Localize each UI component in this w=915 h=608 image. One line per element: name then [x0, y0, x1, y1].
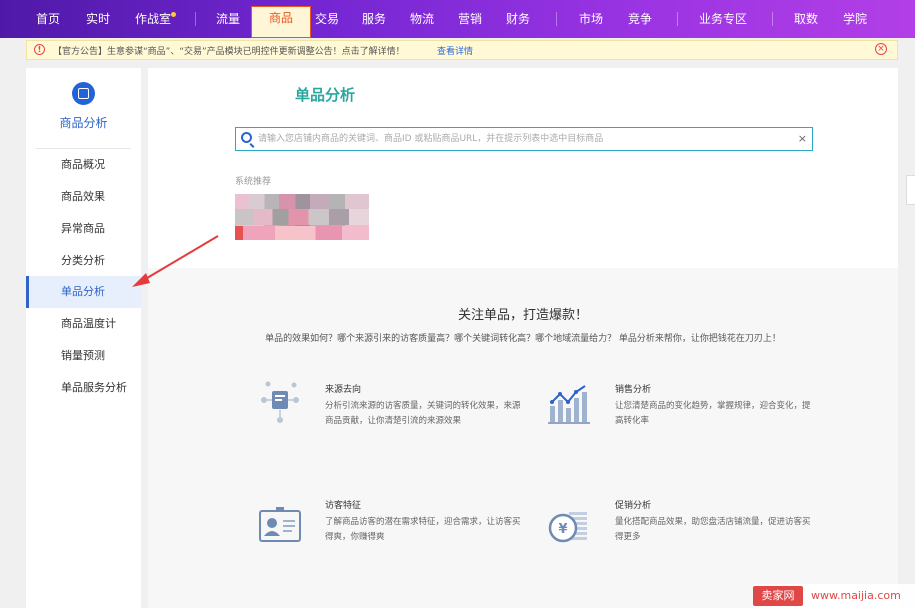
promo-title: 关注单品，打造爆款！: [457, 308, 588, 323]
nav-item-logistics[interactable]: 物流: [402, 0, 442, 38]
product-analysis-icon: [72, 82, 95, 105]
visitor-card-icon: [259, 507, 301, 542]
feature-desc-visitor: 了解商品访客的潜在需求特征，迎合需求，让访客买得爽，你赚得爽: [325, 517, 521, 542]
nav-item-home[interactable]: 首页: [28, 0, 68, 38]
nav-item-academy[interactable]: 学院: [835, 0, 875, 38]
nav-item-warroom[interactable]: 作战室: [128, 0, 178, 38]
nav-divider: [195, 12, 196, 26]
notice-link[interactable]: 查看详情: [437, 44, 473, 57]
sidebar-item-thermometer[interactable]: 商品温度计: [26, 308, 141, 340]
nav-item-realtime[interactable]: 实时: [78, 0, 118, 38]
sidebar-item-overview[interactable]: 商品概况: [26, 149, 141, 181]
sales-chart-icon: [548, 385, 590, 424]
nav-item-trade[interactable]: 交易: [309, 0, 345, 38]
search-input[interactable]: [258, 131, 798, 147]
watermark-badge: 卖家网: [753, 586, 803, 606]
close-icon[interactable]: ×: [875, 43, 887, 55]
sidebar-item-single-product[interactable]: 单品分析: [26, 276, 141, 308]
nav-item-compete[interactable]: 竞争: [620, 0, 660, 38]
promotion-coin-icon: ¥: [548, 512, 587, 543]
nav-divider: [556, 12, 557, 26]
svg-text:¥: ¥: [558, 522, 567, 537]
recommended-product-thumbnails[interactable]: [235, 194, 369, 240]
clear-icon[interactable]: ×: [798, 132, 807, 145]
sidebar-item-sales-forecast[interactable]: 销量预测: [26, 340, 141, 372]
sidebar-item-effect[interactable]: 商品效果: [26, 181, 141, 213]
promo-subtitle: 单品的效果如何？哪个来源引来的访客质量高？哪个关键词转化高？哪个地域流量给力？ …: [265, 334, 781, 344]
feature-desc-sales: 让您清楚商品的变化趋势，掌握规律，迎合变化，提高转化率: [615, 401, 811, 426]
search-icon: [241, 132, 252, 143]
nav-divider: [677, 12, 678, 26]
feature-title-sales: 销售分析: [615, 385, 652, 395]
recommend-label: 系统推荐: [235, 177, 272, 187]
new-dot-icon: [171, 12, 176, 17]
sidebar-title: 商品分析: [59, 116, 108, 130]
sidebar-item-category[interactable]: 分类分析: [26, 245, 141, 277]
watermark-url: www.maijia.com: [811, 589, 901, 602]
nav-item-service[interactable]: 服务: [354, 0, 394, 38]
feature-desc-source: 分析引流来源的访客质量，关键词的转化效果，来源商品贡献，让你清楚引流的来源效果: [325, 401, 521, 426]
search-box: ×: [235, 127, 813, 151]
nav-item-data-fetch[interactable]: 取数: [786, 0, 826, 38]
feature-title-visitor: 访客特征: [325, 501, 362, 511]
promo-section: 关注单品，打造爆款！ 单品的效果如何？哪个来源引来的访客质量高？哪个关键词转化高…: [148, 268, 898, 608]
source-icon: [261, 381, 299, 423]
nav-item-business-zone[interactable]: 业务专区: [692, 0, 754, 38]
notice-bar: ! 【官方公告】生意参谋“商品”、“交易”产品模块已明控件更新调整公告！点击了解…: [26, 40, 898, 60]
annotation-arrow-icon: [132, 235, 219, 287]
nav-divider: [772, 12, 773, 26]
main-panel: 单品分析 × 系统推荐: [148, 68, 898, 268]
alert-icon: !: [34, 44, 45, 55]
nav-item-traffic[interactable]: 流量: [208, 0, 248, 38]
feature-title-promotion: 促销分析: [615, 501, 652, 511]
feature-title-source: 来源去向: [325, 385, 362, 395]
sidebar: 商品分析 商品概况 商品效果 异常商品 分类分析 单品分析 商品温度计 销量预测…: [26, 68, 141, 608]
sidebar-item-service-analysis[interactable]: 单品服务分析: [26, 372, 141, 404]
sidebar-item-abnormal[interactable]: 异常商品: [26, 213, 141, 245]
notice-text: 【官方公告】生意参谋“商品”、“交易”产品模块已明控件更新调整公告！点击了解详情…: [53, 47, 405, 57]
watermark: 卖家网 www.maijia.com: [753, 584, 915, 608]
page-title: 单品分析: [295, 86, 356, 104]
top-nav: 首页 实时 作战室 流量 商品 交易 服务 物流 营销 财务 市场 竞争 业务专…: [0, 0, 915, 38]
feedback-tab[interactable]: [906, 175, 915, 205]
nav-item-finance[interactable]: 财务: [498, 0, 538, 38]
nav-item-product[interactable]: 商品: [251, 6, 311, 38]
feature-desc-promotion: 量化搭配商品效果，助您盘活店铺流量，促进访客买得更多: [615, 517, 811, 542]
nav-item-marketing[interactable]: 营销: [450, 0, 490, 38]
nav-item-market[interactable]: 市场: [571, 0, 611, 38]
